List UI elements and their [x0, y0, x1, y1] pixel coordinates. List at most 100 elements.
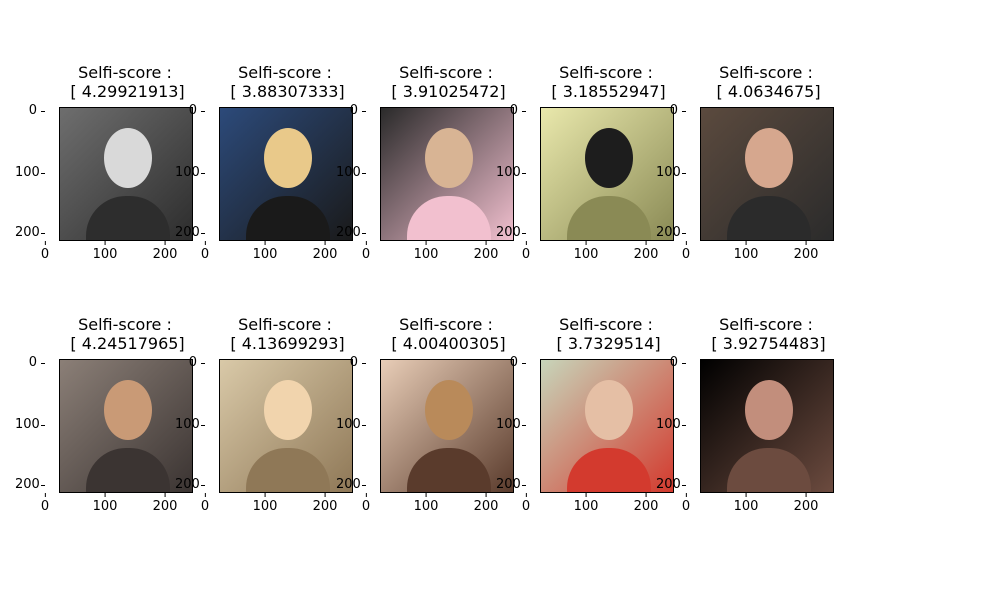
body-shape — [86, 196, 170, 240]
y-tick-label: 100 — [336, 165, 366, 180]
y-tick-label: 100 — [175, 165, 205, 180]
y-tick-label: 0 — [656, 103, 686, 118]
x-tick-label: 0 — [200, 493, 210, 514]
subplot-10: Selfi-score : [ 3.92754483] 0 100 200 0 100 20… — [656, 315, 846, 535]
y-tick-label: 0 — [336, 355, 366, 370]
selfie-image — [219, 107, 353, 241]
x-tick-label: 200 — [312, 241, 338, 262]
y-tick-label: 100 — [496, 165, 526, 180]
face-shape — [585, 380, 633, 440]
x-tick-label: 200 — [633, 241, 659, 262]
body-shape — [246, 196, 330, 240]
subplot-title: Selfi-score : [ 4.29921913] — [70, 63, 185, 101]
body-shape — [727, 196, 811, 240]
y-tick-label: 100 — [496, 417, 526, 432]
body-shape — [567, 196, 651, 240]
x-tick-label: 100 — [252, 493, 278, 514]
x-tick-label: 100 — [252, 241, 278, 262]
subplot-title: Selfi-score : [ 3.88307333] — [230, 63, 345, 101]
x-tick-label: 200 — [152, 241, 178, 262]
x-tick-label: 100 — [92, 493, 118, 514]
selfie-image — [380, 359, 514, 493]
y-tick-label: 200 — [656, 477, 686, 492]
body-shape — [407, 448, 491, 492]
subplot-title: Selfi-score : [ 3.7329514] — [556, 315, 661, 353]
x-tick-label: 100 — [733, 493, 759, 514]
body-shape — [86, 448, 170, 492]
subplot-5: Selfi-score : [ 4.0634675] 0 100 200 0 100 200 — [656, 63, 846, 283]
x-tick-label: 200 — [793, 493, 819, 514]
x-tick-label: 0 — [681, 241, 691, 262]
y-tick-label: 0 — [496, 355, 526, 370]
y-tick-label: 100 — [175, 417, 205, 432]
y-tick-label: 100 — [336, 417, 366, 432]
y-tick-label: 0 — [496, 103, 526, 118]
y-tick-label: 200 — [336, 225, 366, 240]
face-shape — [425, 380, 473, 440]
x-tick-label: 200 — [152, 493, 178, 514]
y-tick-label: 0 — [175, 355, 205, 370]
y-tick-label: 200 — [175, 477, 205, 492]
face-shape — [264, 380, 312, 440]
x-tick-label: 100 — [733, 241, 759, 262]
selfie-image — [700, 359, 834, 493]
y-tick-label: 200 — [656, 225, 686, 240]
x-tick-label: 100 — [413, 493, 439, 514]
y-tick-label: 200 — [15, 477, 45, 492]
x-tick-label: 0 — [521, 241, 531, 262]
selfie-image — [59, 107, 193, 241]
selfie-image — [700, 107, 834, 241]
x-tick-label: 0 — [521, 493, 531, 514]
y-tick-label: 200 — [336, 477, 366, 492]
y-tick-label: 0 — [336, 103, 366, 118]
x-tick-label: 100 — [573, 493, 599, 514]
x-tick-label: 200 — [473, 493, 499, 514]
x-tick-label: 0 — [40, 493, 50, 514]
body-shape — [246, 448, 330, 492]
face-shape — [585, 128, 633, 188]
x-tick-label: 200 — [633, 493, 659, 514]
x-tick-label: 0 — [361, 241, 371, 262]
subplot-title: Selfi-score : [ 4.00400305] — [391, 315, 506, 353]
x-tick-label: 0 — [40, 241, 50, 262]
face-shape — [264, 128, 312, 188]
y-tick-label: 100 — [15, 417, 45, 432]
x-tick-label: 0 — [200, 241, 210, 262]
y-tick-label: 0 — [175, 103, 205, 118]
y-tick-label: 200 — [496, 225, 526, 240]
x-tick-label: 100 — [573, 241, 599, 262]
y-tick-label: 200 — [496, 477, 526, 492]
subplot-title: Selfi-score : [ 4.13699293] — [230, 315, 345, 353]
body-shape — [407, 196, 491, 240]
body-shape — [727, 448, 811, 492]
subplot-title: Selfi-score : [ 4.0634675] — [716, 63, 821, 101]
x-tick-label: 200 — [312, 493, 338, 514]
selfie-image — [540, 359, 674, 493]
selfie-image — [219, 359, 353, 493]
x-tick-label: 200 — [793, 241, 819, 262]
y-tick-label: 0 — [15, 355, 45, 370]
selfie-image — [380, 107, 514, 241]
x-tick-label: 200 — [473, 241, 499, 262]
y-tick-label: 100 — [15, 165, 45, 180]
x-tick-label: 100 — [92, 241, 118, 262]
x-tick-label: 100 — [413, 241, 439, 262]
selfie-image — [59, 359, 193, 493]
y-tick-label: 200 — [175, 225, 205, 240]
face-shape — [425, 128, 473, 188]
y-tick-label: 100 — [656, 417, 686, 432]
y-tick-label: 0 — [15, 103, 45, 118]
body-shape — [567, 448, 651, 492]
face-shape — [104, 380, 152, 440]
subplot-title: Selfi-score : [ 3.18552947] — [551, 63, 666, 101]
face-shape — [104, 128, 152, 188]
y-tick-label: 100 — [656, 165, 686, 180]
y-tick-label: 0 — [656, 355, 686, 370]
subplot-title: Selfi-score : [ 4.24517965] — [70, 315, 185, 353]
selfie-image — [540, 107, 674, 241]
subplot-title: Selfi-score : [ 3.91025472] — [391, 63, 506, 101]
subplot-title: Selfi-score : [ 3.92754483] — [711, 315, 826, 353]
face-shape — [745, 128, 793, 188]
x-tick-label: 0 — [681, 493, 691, 514]
face-shape — [745, 380, 793, 440]
